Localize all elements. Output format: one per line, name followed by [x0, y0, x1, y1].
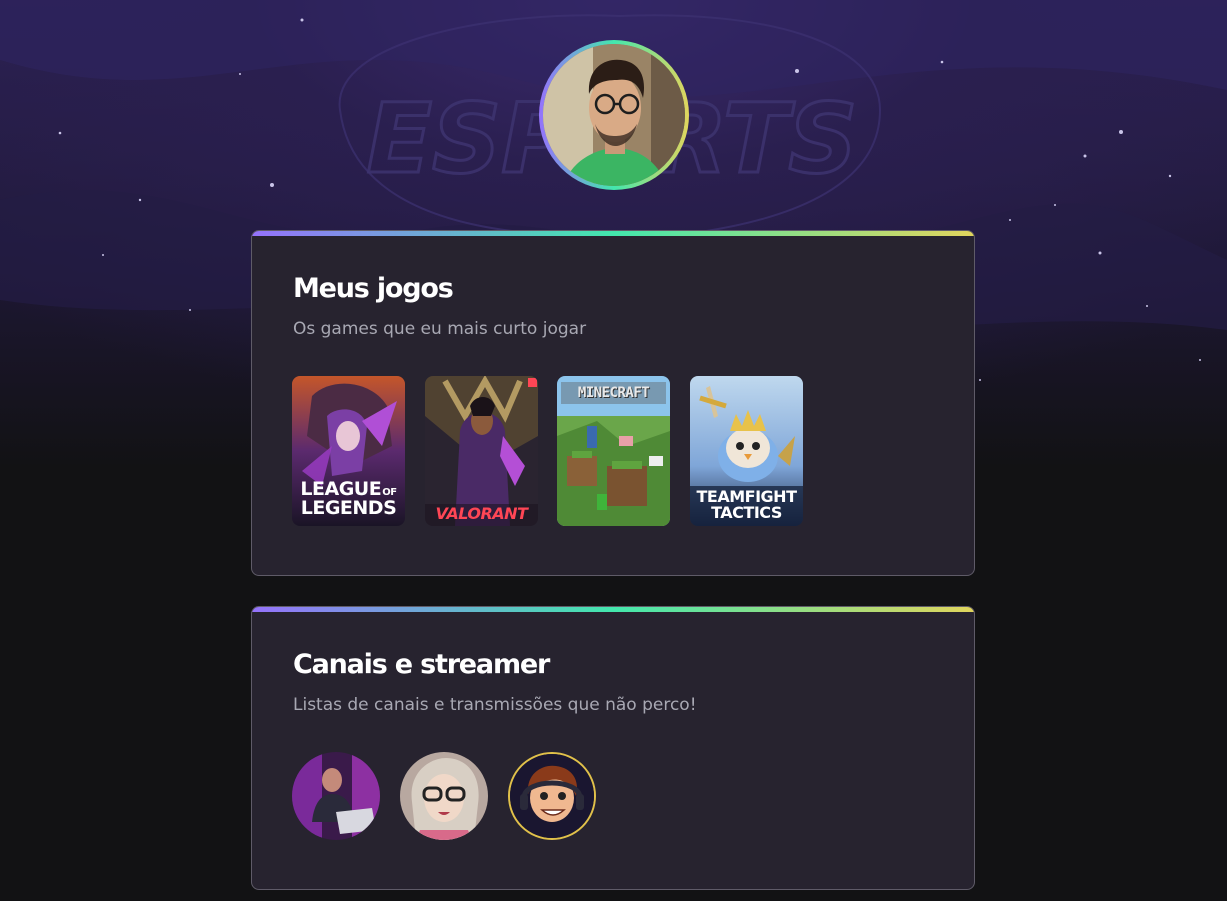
channel-streamer-3[interactable]	[508, 752, 596, 840]
channel-streamer-2[interactable]	[400, 752, 488, 840]
game-teamfight-tactics[interactable]: TEAMFIGHT TACTICS	[690, 376, 803, 526]
game-title: MINECRAFT	[577, 385, 650, 401]
channels-section-title: Canais e streamer	[293, 649, 550, 680]
game-minecraft[interactable]: MINECRAFT	[557, 376, 670, 526]
streamer-3-avatar-icon	[510, 754, 594, 838]
game-title-line2: TACTICS	[711, 503, 782, 522]
profile-avatar	[539, 40, 689, 190]
streamer-1-avatar-icon	[292, 752, 380, 840]
games-section-subtitle: Os games que eu mais curto jogar	[293, 319, 587, 339]
game-title: VALORANT	[435, 504, 528, 523]
game-valorant[interactable]: VALORANT	[425, 376, 538, 526]
profile-photo	[543, 44, 685, 186]
channel-streamer-1[interactable]	[292, 752, 380, 840]
game-league-of-legends[interactable]: LEAGUEOF LEGENDS	[292, 376, 405, 526]
streamer-2-avatar-icon	[400, 752, 488, 840]
channels-card: Canais e streamer Listas de canais e tra…	[251, 606, 975, 890]
games-card: Meus jogos Os games que eu mais curto jo…	[251, 230, 975, 576]
games-section-title: Meus jogos	[293, 273, 454, 304]
channels-section-subtitle: Listas de canais e transmissões que não …	[293, 695, 697, 715]
game-title-line2: LEGENDS	[300, 497, 397, 519]
